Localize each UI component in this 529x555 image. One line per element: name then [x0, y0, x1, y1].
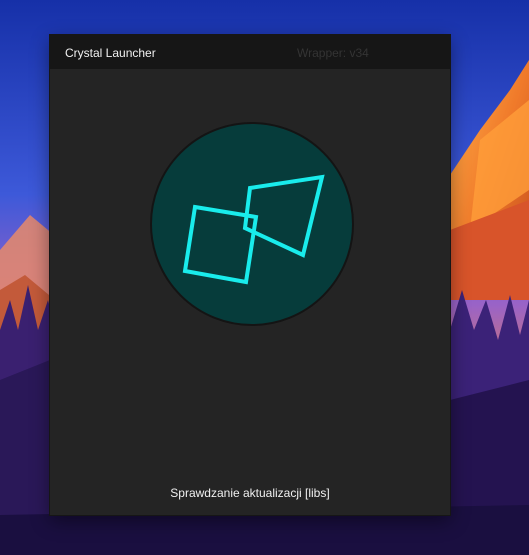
launcher-window: Crystal Launcher Wrapper: v34 Sprawdzani…	[50, 35, 450, 515]
crystal-launcher-logo-icon	[150, 122, 354, 326]
window-title: Crystal Launcher	[65, 46, 156, 60]
status-text: Sprawdzanie aktualizacji [libs]	[170, 486, 330, 500]
version-label: Wrapper: v34	[297, 46, 369, 60]
title-bar[interactable]: Crystal Launcher Wrapper: v34	[50, 35, 450, 69]
